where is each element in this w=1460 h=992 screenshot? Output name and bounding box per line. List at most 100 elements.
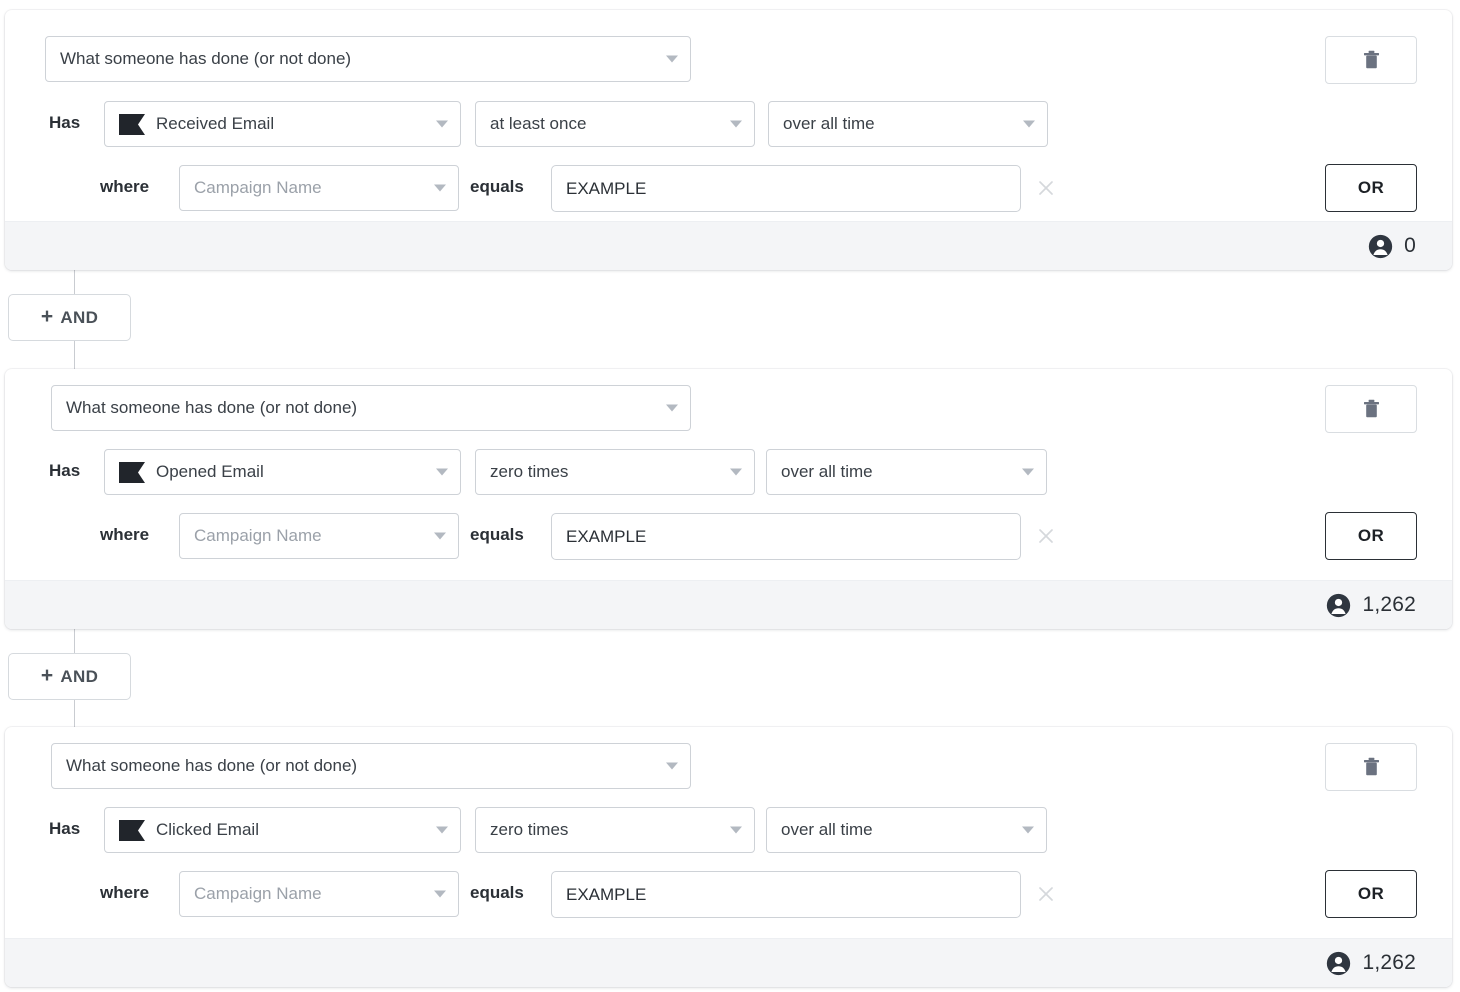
event-select-1[interactable]: Received Email	[104, 101, 461, 147]
trash-icon	[1363, 757, 1379, 776]
event-select-3[interactable]: Clicked Email	[104, 807, 461, 853]
condition-group-1-body: What someone has done (or not done) Has …	[5, 10, 1452, 221]
timeframe-select-1-label: over all time	[783, 114, 875, 133]
add-and-condition-button-1-label: AND	[60, 307, 99, 327]
condition-type-select-2-label: What someone has done (or not done)	[66, 398, 358, 417]
timeframe-select-2[interactable]: over all time	[766, 449, 1047, 495]
match-count-3-value: 1,262	[1362, 951, 1416, 974]
attribute-select-2[interactable]: Campaign Name	[179, 513, 459, 559]
person-icon	[1327, 951, 1351, 975]
chevron-down-icon	[436, 826, 448, 834]
close-icon[interactable]	[1035, 177, 1057, 199]
add-and-condition-button-2[interactable]: + AND	[8, 653, 131, 700]
chevron-down-icon	[1022, 468, 1034, 476]
attribute-select-1[interactable]: Campaign Name	[179, 165, 459, 211]
match-count-3: 1,262	[1326, 951, 1416, 976]
attribute-select-3-label: Campaign Name	[194, 884, 322, 903]
event-select-2[interactable]: Opened Email	[104, 449, 461, 495]
condition-group-3: What someone has done (or not done) Has …	[5, 727, 1452, 987]
match-count-2-value: 1,262	[1362, 593, 1416, 616]
condition-group-2-body: What someone has done (or not done) Has …	[5, 369, 1452, 580]
chevron-down-icon	[666, 762, 678, 770]
chevron-down-icon	[434, 532, 446, 540]
chevron-down-icon	[666, 404, 678, 412]
frequency-select-3[interactable]: zero times	[475, 807, 755, 853]
frequency-select-2-label: zero times	[490, 462, 569, 481]
event-select-1-label: Received Email	[156, 114, 275, 133]
chevron-down-icon	[436, 468, 448, 476]
or-button-1[interactable]: OR	[1325, 164, 1417, 212]
operator-label-2: equals	[470, 525, 524, 544]
plus-icon: +	[40, 664, 54, 687]
condition-group-1-footer: 0	[5, 221, 1452, 270]
delete-condition-button-1[interactable]	[1325, 36, 1417, 84]
frequency-select-1-label: at least once	[490, 114, 587, 133]
or-button-3[interactable]: OR	[1325, 870, 1417, 918]
plus-icon: +	[40, 305, 54, 328]
has-label-3: Has	[49, 819, 81, 838]
condition-group-3-footer: 1,262	[5, 938, 1452, 987]
or-button-2[interactable]: OR	[1325, 512, 1417, 560]
chevron-down-icon	[1022, 826, 1034, 834]
condition-type-select-3-label: What someone has done (or not done)	[66, 756, 358, 775]
delete-condition-button-3[interactable]	[1325, 743, 1417, 791]
operator-label-3: equals	[470, 883, 524, 902]
chevron-down-icon	[666, 55, 678, 63]
person-icon	[1368, 234, 1393, 258]
attribute-select-1-label: Campaign Name	[194, 178, 322, 197]
add-and-condition-button-2-label: AND	[60, 666, 99, 686]
chevron-down-icon	[730, 826, 742, 834]
frequency-select-1[interactable]: at least once	[475, 101, 755, 147]
value-input-3[interactable]: EXAMPLE	[551, 871, 1021, 918]
operator-label-1: equals	[470, 177, 524, 196]
value-input-2-text: EXAMPLE	[566, 526, 647, 546]
chevron-down-icon	[434, 890, 446, 898]
attribute-select-2-label: Campaign Name	[194, 526, 322, 545]
trash-icon	[1363, 50, 1379, 69]
chevron-down-icon	[730, 120, 742, 128]
segment-condition-builder: What someone has done (or not done) Has …	[0, 0, 1460, 992]
condition-type-select-1-label: What someone has done (or not done)	[60, 49, 352, 68]
has-label-1: Has	[49, 113, 81, 132]
event-select-3-label: Clicked Email	[156, 820, 259, 839]
timeframe-select-2-label: over all time	[781, 462, 873, 481]
condition-group-2-footer: 1,262	[5, 580, 1452, 629]
condition-group-3-body: What someone has done (or not done) Has …	[5, 727, 1452, 938]
frequency-select-2[interactable]: zero times	[475, 449, 755, 495]
add-and-condition-button-1[interactable]: + AND	[8, 294, 131, 341]
delete-condition-button-2[interactable]	[1325, 385, 1417, 433]
chevron-down-icon	[730, 468, 742, 476]
value-input-3-text: EXAMPLE	[566, 884, 647, 904]
flag-icon	[119, 819, 145, 841]
where-label-2: where	[100, 525, 150, 544]
frequency-select-3-label: zero times	[490, 820, 569, 839]
chevron-down-icon	[436, 120, 448, 128]
match-count-1: 0	[1368, 234, 1416, 259]
chevron-down-icon	[434, 184, 446, 192]
value-input-2[interactable]: EXAMPLE	[551, 513, 1021, 560]
attribute-select-3[interactable]: Campaign Name	[179, 871, 459, 917]
has-label-2: Has	[49, 461, 81, 480]
where-label-3: where	[100, 883, 150, 902]
event-select-2-label: Opened Email	[156, 462, 264, 481]
flag-icon	[119, 461, 145, 483]
value-input-1[interactable]: EXAMPLE	[551, 165, 1021, 212]
match-count-1-value: 0	[1404, 234, 1416, 257]
trash-icon	[1363, 399, 1379, 418]
chevron-down-icon	[1023, 120, 1035, 128]
flag-icon	[119, 113, 145, 135]
timeframe-select-1[interactable]: over all time	[768, 101, 1048, 147]
condition-type-select-1[interactable]: What someone has done (or not done)	[45, 36, 691, 82]
person-icon	[1327, 593, 1351, 617]
match-count-2: 1,262	[1326, 593, 1416, 618]
timeframe-select-3[interactable]: over all time	[766, 807, 1047, 853]
condition-group-1: What someone has done (or not done) Has …	[5, 10, 1452, 270]
timeframe-select-3-label: over all time	[781, 820, 873, 839]
value-input-1-text: EXAMPLE	[566, 178, 647, 198]
close-icon[interactable]	[1035, 525, 1057, 547]
where-label-1: where	[100, 177, 150, 196]
condition-type-select-3[interactable]: What someone has done (or not done)	[51, 743, 691, 789]
close-icon[interactable]	[1035, 883, 1057, 905]
condition-type-select-2[interactable]: What someone has done (or not done)	[51, 385, 691, 431]
condition-group-2: What someone has done (or not done) Has …	[5, 369, 1452, 629]
